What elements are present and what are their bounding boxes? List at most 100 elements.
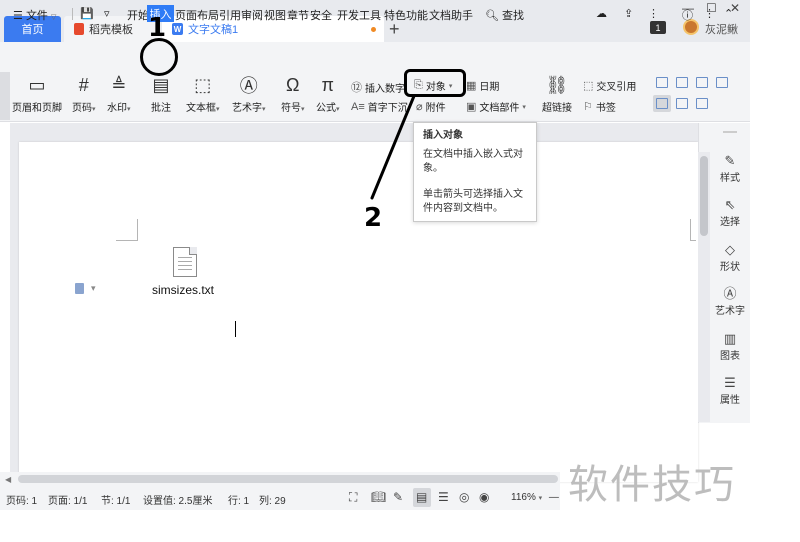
horizontal-scroll-thumb[interactable] [18,475,558,483]
vertical-scroll-thumb[interactable] [700,156,708,236]
status-setting[interactable]: 设置值: 2.5厘米 [143,492,212,507]
layout-option-icon[interactable] [656,98,668,109]
search-button[interactable]: 🔍︎ 查找 [485,7,524,23]
more-icon[interactable]: ⋮ [648,7,659,20]
layout-option-icon[interactable] [656,77,668,88]
layout-option-icon[interactable] [696,77,708,88]
chevron-down-icon: ▽ [51,14,57,21]
search-label: 查找 [502,10,525,22]
username[interactable]: 灰泥鳅 [705,21,738,37]
pen-icon[interactable]: ✎ [393,490,403,504]
reading-mode-icon[interactable]: 📖︎ [371,490,386,504]
ribbon-left-handle[interactable] [0,72,10,120]
layout-option-icon[interactable] [676,77,688,88]
tab-security[interactable]: 安全 [310,7,332,23]
panel-grip[interactable] [723,131,737,133]
annotation-rectangle [404,69,466,97]
status-page-number[interactable]: 页码: 1 [6,492,37,507]
status-row[interactable]: 行: 1 [228,492,249,507]
quick-access-dropdown-icon[interactable]: ▿ [104,7,110,20]
bar-chart-icon: ▥ [723,331,737,346]
wordart-button[interactable]: Ⓐ 艺术字▾ [232,74,266,114]
tab-document-label: 文字文稿1 [188,24,239,36]
watermark-text: 软件技巧 [568,462,736,508]
watermark-icon: ≜ [111,74,127,95]
header-footer-button[interactable]: ▭ 页眉和页脚 [12,74,62,115]
panel-select-button[interactable]: ⇖ 选择 [712,197,748,228]
number-icon: ⑫ [351,82,362,94]
tab-review[interactable]: 审阅 [241,7,263,23]
tab-references[interactable]: 引用 [219,7,241,23]
save-icon[interactable]: 💾 [80,7,94,20]
hyperlink-button[interactable]: ⛓︎ 超链接 [542,74,572,115]
doc-parts-icon: ▣ [466,101,477,113]
panel-properties-button[interactable]: ☰ 属性 [712,375,748,406]
tab-chapter[interactable]: 章节 [287,7,309,23]
page-number-button[interactable]: # 页码▾ [72,74,96,115]
window-count-badge[interactable]: 1 [650,21,666,34]
file-menu[interactable]: ☰ 文件 ▽ [13,7,56,23]
more-options-icon[interactable]: ⋮ [704,7,715,20]
status-page-count[interactable]: 页面: 1/1 [48,492,87,507]
margin-corner-mark [690,219,696,241]
object-tooltip: 插入对象 在文档中插入嵌入式对象。 单击箭头可选择插入文件内容到文档中。 [413,122,537,222]
date-button[interactable]: ▦ 日期 [466,78,499,93]
pen-icon: ✎ [724,153,736,168]
bookmark-icon: ⚐ [583,101,593,113]
outline-view-icon[interactable]: ☰ [438,490,449,504]
formula-button[interactable]: π 公式▾ [316,74,340,115]
fullscreen-icon[interactable]: ⛶ [349,490,357,505]
panel-style-button[interactable]: ✎ 样式 [712,153,748,184]
embedded-file-name[interactable]: simsizes.txt [152,283,214,297]
tab-developer[interactable]: 开发工具 [337,7,381,23]
symbol-label: 符号 [281,103,301,114]
tab-view[interactable]: 视图 [264,7,286,23]
textbox-button[interactable]: ⬚ 文本框▾ [186,74,220,115]
attachment-label: 附件 [425,103,446,114]
comment-button[interactable]: ▤ 批注 [150,74,172,115]
share-icon[interactable]: ⇪ [624,7,633,20]
unsaved-dot-icon [371,27,376,32]
chevron-down-icon: ▾ [538,495,543,502]
layout-option-icon[interactable] [676,98,688,109]
web-view-icon[interactable]: ◎ [459,490,469,504]
document-page[interactable] [19,142,698,482]
collapse-ribbon-icon[interactable]: ⌃ [724,7,733,20]
panel-chart-button[interactable]: ▥ 图表 [712,331,748,362]
layout-option-icon[interactable] [696,98,708,109]
page-view-icon[interactable]: ▤ [416,490,427,504]
status-column[interactable]: 列: 29 [259,492,286,507]
status-section[interactable]: 节: 1/1 [101,492,130,507]
text-file-icon[interactable] [173,247,197,277]
tab-start[interactable]: 开始 [127,7,149,23]
help-icon[interactable]: ⓘ [682,7,693,23]
layout-option-icon[interactable] [716,77,728,88]
zoom-level[interactable]: 116% ▾ — [511,492,559,503]
watermark-button[interactable]: ≜ 水印▾ [107,74,131,115]
doc-parts-button[interactable]: ▣ 文档部件 ▾ [466,99,526,114]
tab-page-layout[interactable]: 页面布局 [175,7,219,23]
paragraph-marker-icon[interactable] [75,283,84,294]
paragraph-marker-dropdown-icon[interactable]: ▾ [91,283,96,294]
insert-number-button[interactable]: ⑫ 插入数字 [351,79,405,95]
scroll-left-icon[interactable]: ◀ [5,475,11,484]
wordart-label: 艺术字 [232,103,262,114]
eye-protection-icon[interactable]: ◉ [479,490,489,504]
attachment-button[interactable]: ⌀ 附件 [416,99,446,114]
hamburger-icon: ☰ [13,10,23,22]
panel-shape-button[interactable]: ◇ 形状 [712,242,748,273]
zoom-out-icon[interactable]: — [549,492,559,503]
search-icon: 🔍︎ [485,10,499,22]
tab-doc-assistant[interactable]: 文档助手 [429,7,473,23]
panel-wordart-button[interactable]: Ⓐ 艺术字 [712,286,748,317]
zoom-value: 116% [511,492,536,503]
symbol-button[interactable]: Ω 符号▾ [281,74,305,115]
textbox-label: 文本框 [186,103,216,114]
comment-label: 批注 [151,103,171,114]
tab-features[interactable]: 特色功能 [384,7,428,23]
header-footer-label: 页眉和页脚 [12,103,62,114]
cloud-sync-icon[interactable]: ☁︎ [596,7,607,20]
bookmark-button[interactable]: ⚐ 书签 [583,99,616,114]
shape-icon: ◇ [725,242,735,257]
cross-ref-button[interactable]: ⬚ 交叉引用 [583,78,636,93]
